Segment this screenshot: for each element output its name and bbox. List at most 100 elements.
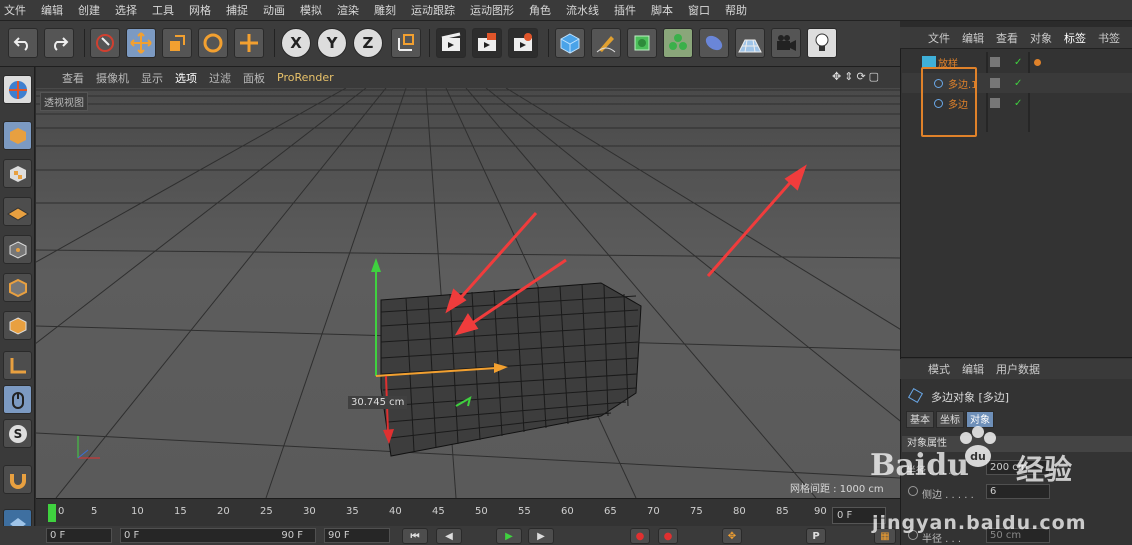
x-axis-lock-button[interactable]: X xyxy=(281,28,311,58)
light-icon[interactable] xyxy=(807,28,837,58)
redo-icon[interactable] xyxy=(44,28,74,58)
play-icon[interactable]: ▶ xyxy=(496,528,522,544)
menu-sculpt[interactable]: 雕刻 xyxy=(374,2,396,18)
maximize-view-icon[interactable]: ▢ xyxy=(869,70,879,85)
render-view-icon[interactable] xyxy=(436,28,466,58)
menu-animate[interactable]: 动画 xyxy=(263,2,285,18)
move-tool-icon[interactable] xyxy=(126,28,156,58)
menu-select[interactable]: 选择 xyxy=(115,2,137,18)
next-frame-icon[interactable]: ▶ xyxy=(528,528,554,544)
menu-character[interactable]: 角色 xyxy=(529,2,551,18)
viewport-scene xyxy=(36,88,900,498)
render-settings-icon[interactable] xyxy=(508,28,538,58)
obj-menu-view[interactable]: 查看 xyxy=(996,30,1018,46)
transform-tool-icon[interactable] xyxy=(234,28,264,58)
menu-mograph[interactable]: 运动图形 xyxy=(470,2,514,18)
edges-mode-icon[interactable] xyxy=(3,273,32,302)
live-select-icon[interactable] xyxy=(90,28,120,58)
previous-frame-icon[interactable]: ◀ xyxy=(436,528,462,544)
obj-menu-tags[interactable]: 标签 xyxy=(1064,30,1086,46)
menu-edit[interactable]: 编辑 xyxy=(41,2,63,18)
enabled-check-icon[interactable]: ✓ xyxy=(1014,78,1022,89)
viewport-menu-prorender[interactable]: ProRender xyxy=(277,71,334,84)
menu-script[interactable]: 脚本 xyxy=(651,2,673,18)
viewport-menu-panel[interactable]: 面板 xyxy=(243,70,265,86)
axis-mode-icon[interactable] xyxy=(3,351,32,380)
magnet-snap-icon[interactable] xyxy=(3,465,32,494)
baidu-watermark: Baidu du 经验 jingyan.baidu.com xyxy=(868,420,1132,545)
rotate-view-icon[interactable]: ⟳ xyxy=(856,70,865,85)
deformer-icon[interactable] xyxy=(699,28,729,58)
viewport-label: 透视视图 xyxy=(40,92,88,111)
pen-spline-icon[interactable] xyxy=(591,28,621,58)
menu-tools[interactable]: 工具 xyxy=(152,2,174,18)
visibility-toggle-icon[interactable] xyxy=(990,98,1000,108)
y-axis-lock-button[interactable]: Y xyxy=(317,28,347,58)
subdivision-surface-icon[interactable] xyxy=(627,28,657,58)
visibility-toggle-icon[interactable] xyxy=(990,78,1000,88)
menu-simulate[interactable]: 模拟 xyxy=(300,2,322,18)
scale-tool-icon[interactable] xyxy=(162,28,192,58)
snap-toggle-icon[interactable]: S xyxy=(3,419,32,448)
polygons-mode-icon[interactable] xyxy=(3,311,32,340)
z-axis-lock-button[interactable]: Z xyxy=(353,28,383,58)
menu-create[interactable]: 创建 xyxy=(78,2,100,18)
autokey-icon[interactable]: ● xyxy=(658,528,678,544)
viewport-menu-display[interactable]: 显示 xyxy=(141,70,163,86)
enabled-check-icon[interactable]: ✓ xyxy=(1014,98,1022,109)
cube-primitive-icon[interactable] xyxy=(555,28,585,58)
undo-icon[interactable] xyxy=(8,28,38,58)
key-param-icon[interactable]: P xyxy=(806,528,826,544)
texture-mode-icon[interactable] xyxy=(3,159,32,188)
perspective-viewport[interactable] xyxy=(36,88,900,498)
menu-snap[interactable]: 捕捉 xyxy=(226,2,248,18)
viewport-menu-filter[interactable]: 过滤 xyxy=(209,70,231,86)
menu-file[interactable]: 文件 xyxy=(4,2,26,18)
phong-tag-icon[interactable] xyxy=(1034,58,1041,66)
globe-mode-icon[interactable] xyxy=(3,75,32,104)
menu-window[interactable]: 窗口 xyxy=(688,2,710,18)
points-mode-icon[interactable] xyxy=(3,235,32,264)
tweak-mode-icon[interactable] xyxy=(3,385,32,414)
attr-menu-mode[interactable]: 模式 xyxy=(928,361,950,377)
mograph-cloner-icon[interactable] xyxy=(663,28,693,58)
obj-menu-objects[interactable]: 对象 xyxy=(1030,30,1052,46)
record-keyframe-icon[interactable]: ● xyxy=(630,528,650,544)
playhead[interactable] xyxy=(48,504,56,522)
dolly-view-icon[interactable]: ⇕ xyxy=(844,70,853,85)
viewport-menu-view[interactable]: 查看 xyxy=(62,70,84,86)
menu-pipeline[interactable]: 流水线 xyxy=(566,2,599,18)
enabled-check-icon[interactable]: ✓ xyxy=(1014,57,1022,68)
tick-label: 60 xyxy=(561,506,574,517)
menu-motion-tracking[interactable]: 运动跟踪 xyxy=(411,2,455,18)
floor-environment-icon[interactable] xyxy=(735,28,765,58)
attr-menu-edit[interactable]: 编辑 xyxy=(962,361,984,377)
start-frame-field[interactable]: 0 F xyxy=(46,528,112,543)
camera-icon[interactable] xyxy=(771,28,801,58)
viewport-menu-camera[interactable]: 摄像机 xyxy=(96,70,129,86)
menu-render[interactable]: 渲染 xyxy=(337,2,359,18)
menu-plugins[interactable]: 插件 xyxy=(614,2,636,18)
rotate-tool-icon[interactable] xyxy=(198,28,228,58)
viewport-menu-options[interactable]: 选项 xyxy=(175,70,197,86)
timeline-ruler[interactable]: 0 5 10 15 20 25 30 35 40 45 50 55 60 65 … xyxy=(36,498,900,526)
menu-mesh[interactable]: 网格 xyxy=(189,2,211,18)
tick-label: 5 xyxy=(91,506,98,517)
frame-range-slider[interactable]: 0 F 90 F xyxy=(120,528,316,543)
menu-help[interactable]: 帮助 xyxy=(725,2,747,18)
model-mode-icon[interactable] xyxy=(3,121,32,150)
visibility-toggle-icon[interactable] xyxy=(990,57,1000,67)
workplane-mode-icon[interactable] xyxy=(3,197,32,226)
end-frame-field[interactable]: 90 F xyxy=(324,528,390,543)
go-to-start-icon[interactable]: ⏮ xyxy=(402,528,428,544)
attr-menu-user-data[interactable]: 用户数据 xyxy=(996,361,1040,377)
obj-menu-edit[interactable]: 编辑 xyxy=(962,30,984,46)
range-max-value: 90 F xyxy=(281,530,303,541)
key-position-icon[interactable]: ✥ xyxy=(722,528,742,544)
move-view-icon[interactable]: ✥ xyxy=(832,70,841,85)
loft-mesh-object[interactable] xyxy=(380,282,642,457)
obj-menu-bookmarks[interactable]: 书签 xyxy=(1098,30,1120,46)
render-picture-viewer-icon[interactable] xyxy=(472,28,502,58)
coordinate-system-icon[interactable] xyxy=(391,28,421,58)
obj-menu-file[interactable]: 文件 xyxy=(928,30,950,46)
